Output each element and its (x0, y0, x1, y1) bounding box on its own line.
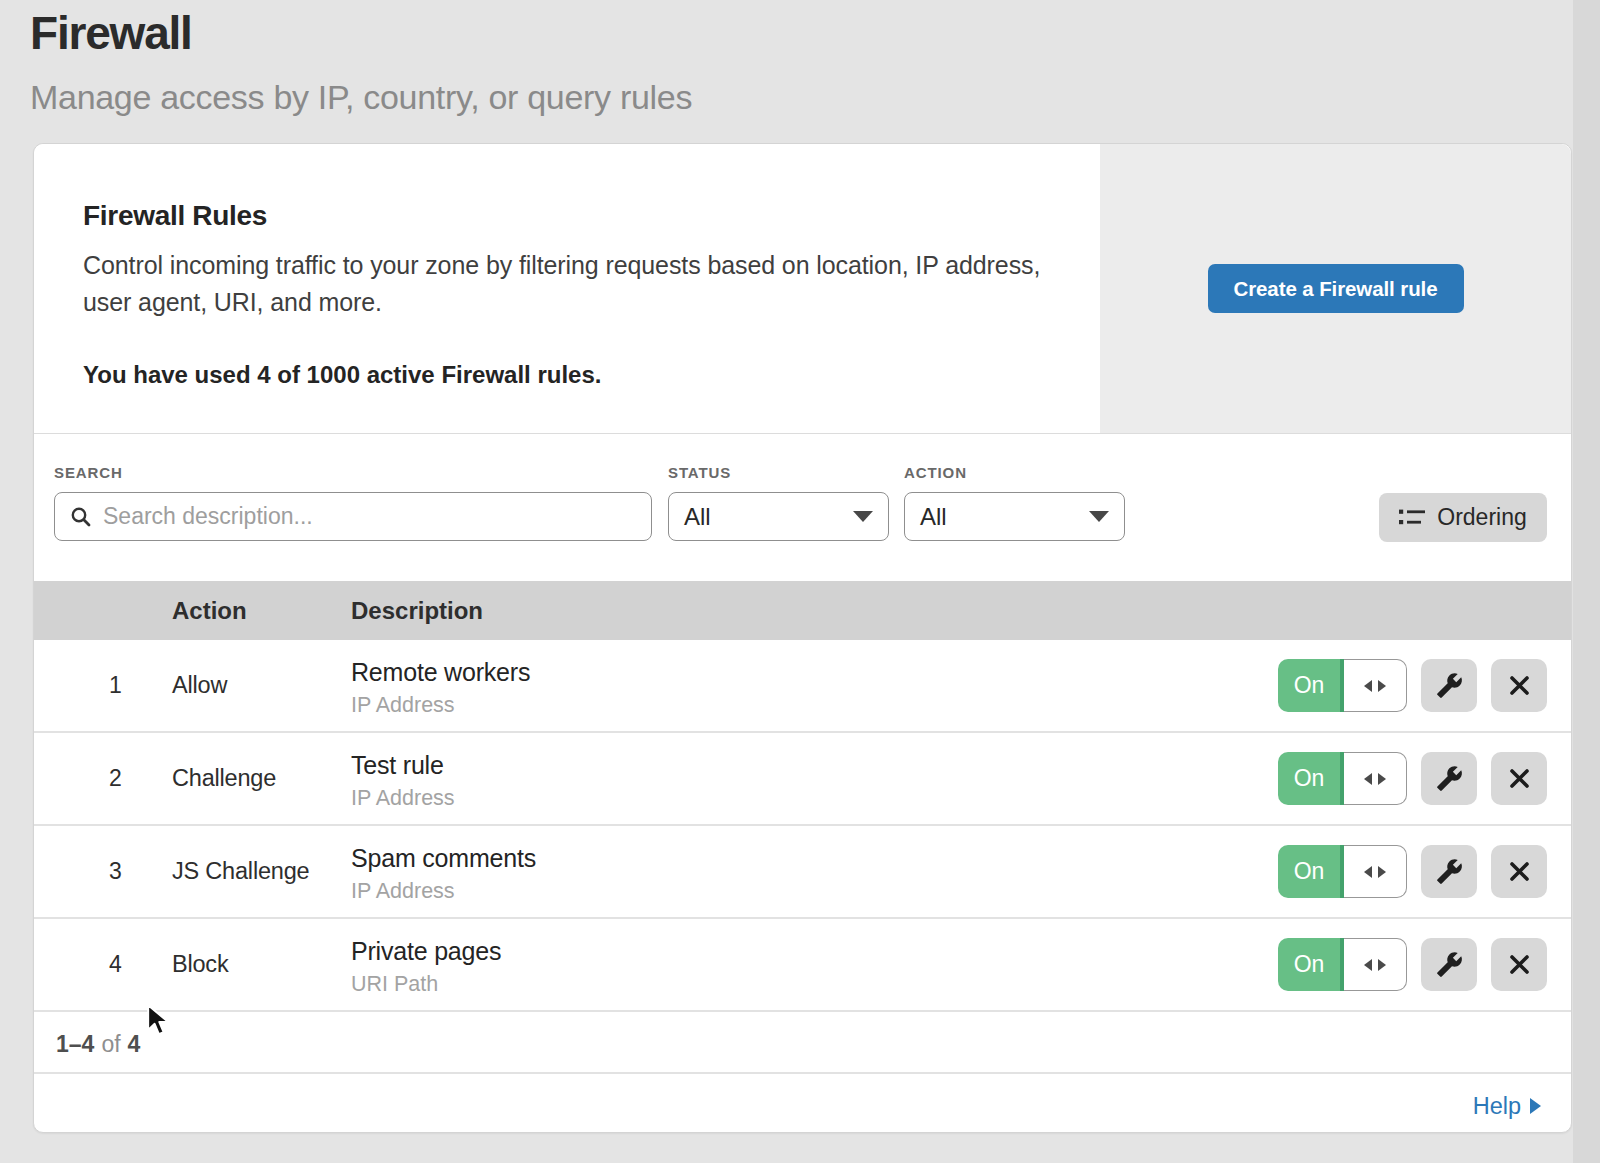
toggle-arrows-handle[interactable] (1344, 845, 1407, 898)
rule-description: Private pages (351, 937, 1277, 966)
edit-rule-button[interactable] (1421, 938, 1477, 991)
search-icon (70, 506, 92, 528)
rule-action: Block (172, 951, 351, 978)
rule-field: IP Address (351, 879, 1277, 904)
wrench-icon (1436, 765, 1463, 792)
overview-text-panel: Firewall Rules Control incoming traffic … (34, 144, 1100, 433)
rule-field: URI Path (351, 972, 1277, 997)
column-header-action: Action (172, 597, 351, 625)
pagination-of: of (101, 1031, 120, 1058)
rule-enabled-toggle[interactable]: On (1278, 752, 1407, 805)
pagination: 1–4 of 4 (34, 1012, 1571, 1074)
ordering-button-label: Ordering (1437, 504, 1526, 531)
pagination-range: 1–4 (56, 1031, 94, 1058)
filter-bar: SEARCH STATUS All ACTION All Ordering (34, 434, 1571, 581)
toggle-on-label: On (1278, 659, 1344, 712)
rule-enabled-toggle[interactable]: On (1278, 845, 1407, 898)
search-input[interactable] (103, 503, 636, 530)
ordering-button[interactable]: Ordering (1379, 493, 1547, 542)
pagination-total: 4 (128, 1031, 141, 1058)
rule-description: Test rule (351, 751, 1277, 780)
help-link-label: Help (1473, 1093, 1521, 1120)
rule-row: 2 Challenge Test rule IP Address On (34, 733, 1571, 826)
create-rule-panel: Create a Firewall rule (1100, 144, 1571, 433)
wrench-icon (1436, 858, 1463, 885)
toggle-arrows-icon (1363, 865, 1387, 879)
toggle-on-label: On (1278, 752, 1344, 805)
rule-priority: 3 (34, 858, 172, 885)
help-link[interactable]: Help (1473, 1093, 1541, 1120)
toggle-arrows-icon (1363, 679, 1387, 693)
status-select-value: All (684, 503, 711, 531)
card-footer: Help (34, 1074, 1571, 1130)
delete-rule-button[interactable] (1491, 752, 1547, 805)
rules-table: Action Description 1 Allow Remote worker… (34, 581, 1571, 1130)
toggle-arrows-handle[interactable] (1344, 938, 1407, 991)
ordered-list-icon (1399, 507, 1425, 529)
rule-description: Spam comments (351, 844, 1277, 873)
delete-rule-button[interactable] (1491, 845, 1547, 898)
window-right-edge (1573, 0, 1600, 1163)
toggle-on-label: On (1278, 938, 1344, 991)
usage-summary: You have used 4 of 1000 active Firewall … (83, 361, 1100, 389)
firewall-card: Firewall Rules Control incoming traffic … (33, 143, 1572, 1133)
status-select[interactable]: All (668, 492, 889, 541)
delete-rule-button[interactable] (1491, 659, 1547, 712)
edit-rule-button[interactable] (1421, 845, 1477, 898)
chevron-down-icon (1089, 511, 1109, 522)
rule-enabled-toggle[interactable]: On (1278, 938, 1407, 991)
rule-row: 3 JS Challenge Spam comments IP Address … (34, 826, 1571, 919)
section-description: Control incoming traffic to your zone by… (83, 247, 1100, 321)
rule-action: Allow (172, 672, 351, 699)
edit-rule-button[interactable] (1421, 659, 1477, 712)
wrench-icon (1436, 672, 1463, 699)
section-heading: Firewall Rules (83, 200, 1100, 232)
toggle-arrows-handle[interactable] (1344, 752, 1407, 805)
rule-description: Remote workers (351, 658, 1277, 687)
search-input-box[interactable] (54, 492, 652, 541)
column-header-description: Description (351, 597, 1571, 625)
close-icon (1508, 953, 1531, 976)
page-title: Firewall (30, 6, 692, 60)
overview-section: Firewall Rules Control incoming traffic … (34, 144, 1571, 434)
toggle-arrows-icon (1363, 772, 1387, 786)
edit-rule-button[interactable] (1421, 752, 1477, 805)
toggle-arrows-handle[interactable] (1344, 659, 1407, 712)
wrench-icon (1436, 951, 1463, 978)
close-icon (1508, 860, 1531, 883)
rule-field: IP Address (351, 786, 1277, 811)
close-icon (1508, 674, 1531, 697)
toggle-arrows-icon (1363, 958, 1387, 972)
rule-priority: 1 (34, 672, 172, 699)
action-label: ACTION (904, 464, 1125, 481)
mouse-cursor (145, 1004, 172, 1041)
chevron-down-icon (853, 511, 873, 522)
page-subtitle: Manage access by IP, country, or query r… (30, 78, 692, 117)
rule-enabled-toggle[interactable]: On (1278, 659, 1407, 712)
rule-priority: 4 (34, 951, 172, 978)
create-firewall-rule-button[interactable]: Create a Firewall rule (1208, 264, 1464, 313)
action-select-value: All (920, 503, 947, 531)
delete-rule-button[interactable] (1491, 938, 1547, 991)
rule-action: Challenge (172, 765, 351, 792)
rule-priority: 2 (34, 765, 172, 792)
rule-row: 4 Block Private pages URI Path On (34, 919, 1571, 1012)
page-header: Firewall Manage access by IP, country, o… (30, 6, 692, 117)
rule-action: JS Challenge (172, 858, 351, 885)
status-label: STATUS (668, 464, 889, 481)
rule-row: 1 Allow Remote workers IP Address On (34, 640, 1571, 733)
search-label: SEARCH (54, 464, 652, 481)
table-header-row: Action Description (34, 581, 1571, 640)
action-select[interactable]: All (904, 492, 1125, 541)
close-icon (1508, 767, 1531, 790)
help-arrow-icon (1530, 1098, 1541, 1114)
rule-field: IP Address (351, 693, 1277, 718)
toggle-on-label: On (1278, 845, 1344, 898)
